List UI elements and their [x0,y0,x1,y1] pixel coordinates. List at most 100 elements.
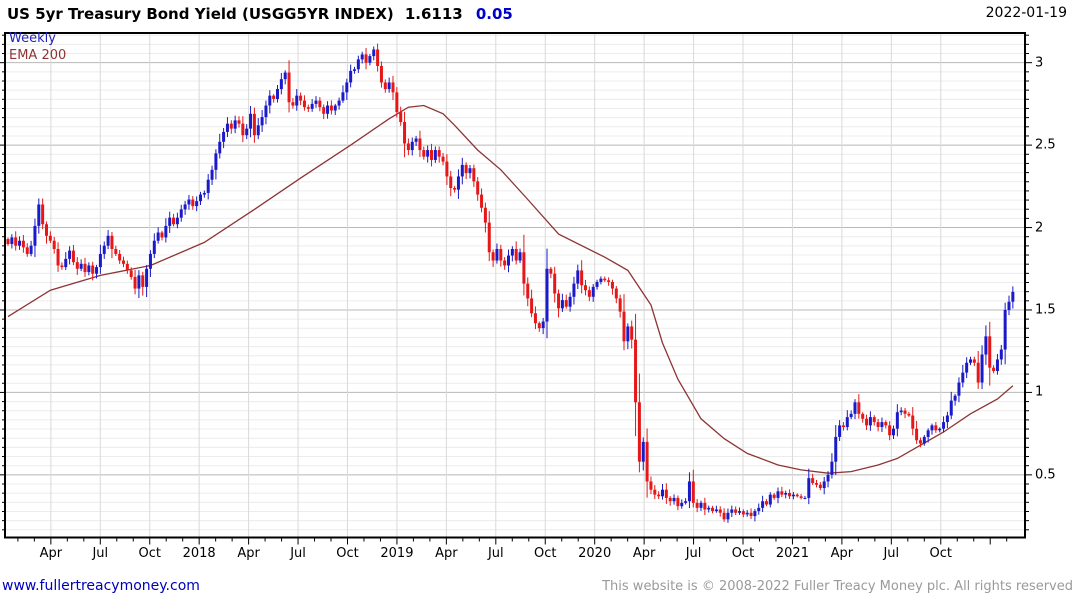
candle-body [703,502,707,510]
x-axis-label: Oct [336,546,359,561]
candle-body [122,260,125,264]
candle-body [299,95,303,101]
candle-body [953,395,957,401]
candle-body [106,235,110,246]
candle-body [845,417,849,428]
candle-body [210,169,214,180]
candle-body [988,336,992,368]
candle-body [572,283,576,297]
candle-body [218,141,222,154]
x-axis-label: Jul [487,546,504,561]
candle-body [491,252,495,261]
candle-body [460,164,464,177]
candle-body [75,262,79,269]
candle-body [276,89,279,99]
candle-body [949,400,953,416]
candle-body [853,402,857,414]
candle-body [607,280,611,282]
legend-weekly: Weekly [9,31,56,46]
candle-body [734,509,738,513]
candle-body [722,512,726,520]
candle-body [510,248,514,256]
candle-body [64,258,68,268]
candle-body [903,410,907,414]
candle-body [156,232,160,241]
candle-body [749,512,753,517]
candle-body [95,267,99,274]
x-axis-label: Jul [290,546,306,561]
candle-body [587,290,591,297]
candle-body [52,240,56,249]
candle-body [711,507,715,512]
x-axis-label: Oct [929,546,953,561]
candle-body [537,323,541,329]
candle-body [314,100,318,104]
x-axis-label: Apr [435,546,458,561]
candle-body [141,275,145,287]
candle-body [699,502,703,508]
candle-body [861,413,865,419]
candle-body [1003,309,1007,350]
y-axis-label: 2.5 [1035,137,1056,153]
candle-body [761,501,765,508]
candle-body [892,428,895,436]
chart-date: 2022-01-19 [985,5,1067,21]
candle-body [110,235,114,249]
candle-body [780,491,784,495]
candle-body [830,461,834,475]
candle-body [649,481,653,490]
chart-header: US 5yr Treasury Bond Yield (USGG5YR INDE… [7,4,1070,28]
candle-body [102,245,106,254]
x-axis-label: Apr [830,546,854,561]
candle-body [818,484,822,489]
candle-body [237,120,241,124]
y-axis-label: 0.5 [1035,467,1056,483]
chart-title: US 5yr Treasury Bond Yield (USGG5YR INDE… [7,5,394,23]
candle-body [868,417,872,426]
candle-body [395,92,399,113]
candle-body [118,253,122,261]
y-axis-label: 1 [1035,384,1044,400]
candle-body [148,253,152,269]
candle-body [641,441,645,462]
candle-body [603,278,607,281]
candle-body [841,425,845,428]
candle-body [349,70,353,83]
candle-body [337,100,341,106]
candle-body [838,425,842,437]
candle-body [888,425,892,436]
candle-body [672,497,676,502]
candle-body [37,204,41,226]
candle-body [283,72,287,80]
candle-body [256,125,260,136]
candle-body [125,263,129,271]
candle-body [557,293,561,309]
candle-body [668,497,672,502]
y-axis-label: 2 [1035,220,1044,236]
candle-body [291,102,295,106]
candle-body [637,402,641,462]
candle-body [992,367,996,371]
candle-body [595,281,599,287]
candle-body [545,268,549,322]
candle-body [483,207,487,223]
candle-body [599,278,603,282]
candle-body [175,217,179,225]
candle-body [926,430,930,437]
candle-body [310,103,314,109]
candle-body [634,339,638,403]
candle-body [206,179,210,193]
candle-body [183,204,187,210]
y-axis-label: 1.5 [1035,302,1056,318]
candle-body [433,150,437,160]
candle-body [614,288,618,299]
x-axis-label: Jul [92,546,109,561]
site-url-link[interactable]: www.fullertreacymoney.com [2,578,200,594]
candle-body [287,72,291,103]
candle-body [942,422,946,429]
candle-body [757,507,761,512]
candle-body [152,240,156,254]
candle-body [768,494,772,505]
candle-body [68,250,72,259]
candle-body [580,270,584,286]
